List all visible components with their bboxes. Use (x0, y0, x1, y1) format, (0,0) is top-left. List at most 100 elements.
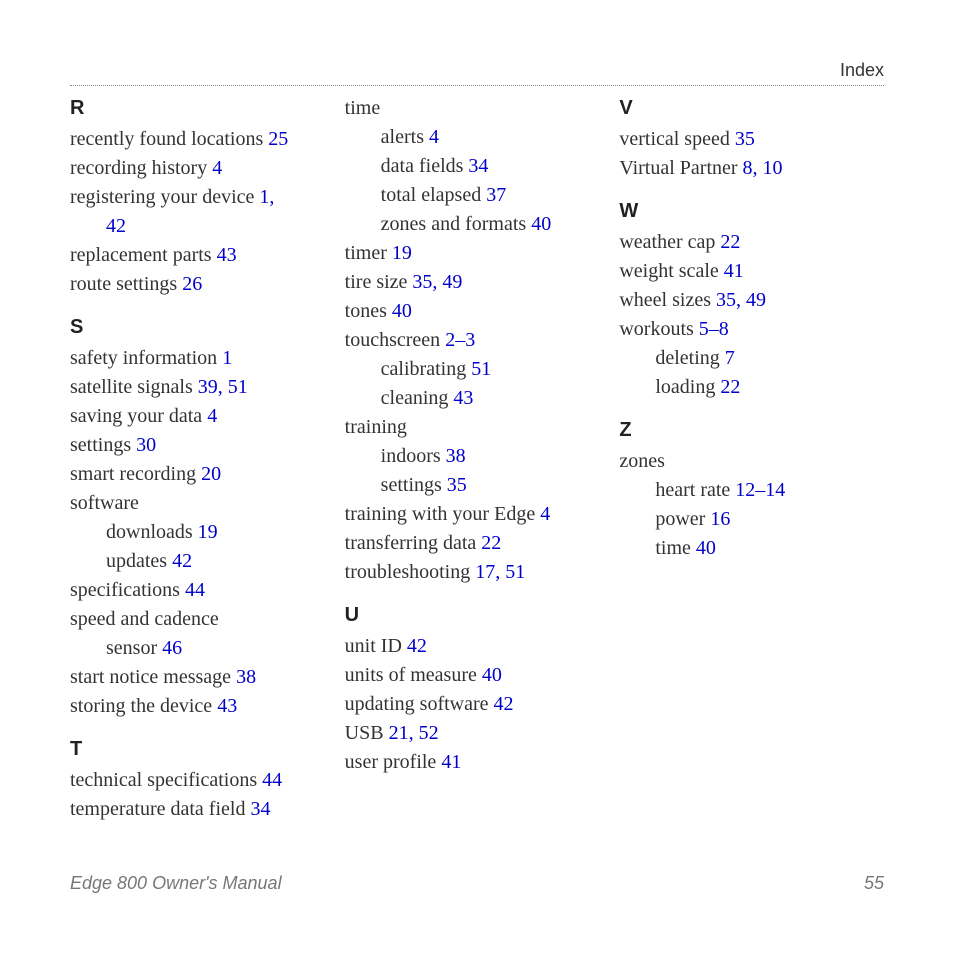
index-entry: replacement parts 43 (70, 241, 335, 270)
index-entry-label: sensor (106, 637, 162, 659)
index-page-link[interactable]: 34 (468, 155, 488, 177)
index-page-link[interactable]: 22 (720, 376, 740, 398)
index-entry-label: registering your device (70, 186, 259, 208)
index-entry: time 40 (619, 534, 884, 563)
index-entry: speed and cadence (70, 605, 335, 634)
index-page-link[interactable]: 4 (429, 126, 439, 148)
index-entry: zones (619, 447, 884, 476)
index-entry-label: transferring data (345, 532, 482, 554)
index-entry-label: settings (381, 474, 447, 496)
index-column: Rrecently found locations 25recording hi… (70, 94, 335, 824)
index-page-link[interactable]: 44 (262, 769, 282, 791)
index-page-link[interactable]: 44 (185, 579, 205, 601)
index-page-link[interactable]: 4 (207, 405, 217, 427)
index-page-link[interactable]: 42 (172, 550, 192, 572)
index-page-link[interactable]: 42 (407, 635, 427, 657)
index-page-link[interactable]: 39, 51 (198, 376, 248, 398)
index-entry: alerts 4 (345, 123, 610, 152)
index-page-link[interactable]: 12–14 (735, 479, 785, 501)
index-letter-heading: V (619, 94, 884, 123)
index-page-link[interactable]: 25 (268, 128, 288, 150)
index-page-link[interactable]: 8, 10 (743, 157, 783, 179)
index-entry: wheel sizes 35, 49 (619, 286, 884, 315)
index-entry-label: weather cap (619, 231, 720, 253)
index-columns: Rrecently found locations 25recording hi… (70, 94, 884, 824)
index-entry: indoors 38 (345, 442, 610, 471)
index-page-link[interactable]: 34 (250, 798, 270, 820)
index-entry-label: specifications (70, 579, 185, 601)
index-entry: deleting 7 (619, 344, 884, 373)
index-page-link[interactable]: 40 (482, 664, 502, 686)
index-page-link[interactable]: 35, 49 (716, 289, 766, 311)
index-page-link[interactable]: 5–8 (699, 318, 729, 340)
index-page-link[interactable]: 4 (540, 503, 550, 525)
index-entry: calibrating 51 (345, 355, 610, 384)
index-entry-label: data fields (381, 155, 469, 177)
index-page-link[interactable]: 17, 51 (475, 561, 525, 583)
index-entry: user profile 41 (345, 748, 610, 777)
index-entry: smart recording 20 (70, 460, 335, 489)
index-entry: updates 42 (70, 547, 335, 576)
index-entry: specifications 44 (70, 576, 335, 605)
index-entry-label: training (345, 416, 407, 438)
index-page-link[interactable]: 22 (720, 231, 740, 253)
index-page-link[interactable]: 37 (486, 184, 506, 206)
index-entry-label: workouts (619, 318, 698, 340)
index-entry-label: loading (655, 376, 720, 398)
index-page-link[interactable]: 42 (106, 215, 126, 237)
index-entry-label: temperature data field (70, 798, 250, 820)
index-entry-label: units of measure (345, 664, 482, 686)
index-letter-heading: R (70, 94, 335, 123)
index-page-link[interactable]: 40 (531, 213, 551, 235)
index-page-link[interactable]: 19 (392, 242, 412, 264)
index-page-link[interactable]: 51 (471, 358, 491, 380)
index-page-link[interactable]: 35 (735, 128, 755, 150)
index-page-link[interactable]: 40 (696, 537, 716, 559)
index-page: Index Rrecently found locations 25record… (0, 0, 954, 954)
index-entry-label: time (655, 537, 696, 559)
index-page-link[interactable]: 38 (446, 445, 466, 467)
index-page-link[interactable]: 21, 52 (389, 722, 439, 744)
index-page-link[interactable]: 7 (725, 347, 735, 369)
index-entry-label: settings (70, 434, 136, 456)
index-entry: tones 40 (345, 297, 610, 326)
index-entry-label: storing the device (70, 695, 217, 717)
index-entry: updating software 42 (345, 690, 610, 719)
index-entry: time (345, 94, 610, 123)
index-page-link[interactable]: 22 (481, 532, 501, 554)
index-page-link[interactable]: 2–3 (445, 329, 475, 351)
index-page-link[interactable]: 1 (222, 347, 232, 369)
index-page-link[interactable]: 16 (710, 508, 730, 530)
index-entry-label: recently found locations (70, 128, 268, 150)
index-page-link[interactable]: 43 (453, 387, 473, 409)
index-entry: workouts 5–8 (619, 315, 884, 344)
index-entry: Virtual Partner 8, 10 (619, 154, 884, 183)
index-page-link[interactable]: 30 (136, 434, 156, 456)
index-page-link[interactable]: 43 (217, 244, 237, 266)
index-page-link[interactable]: 26 (182, 273, 202, 295)
index-entry-label: downloads (106, 521, 198, 543)
index-page-link[interactable]: 41 (441, 751, 461, 773)
index-page-link[interactable]: 43 (217, 695, 237, 717)
index-page-link[interactable]: 1, (259, 186, 274, 208)
index-page-link[interactable]: 20 (201, 463, 221, 485)
header-title: Index (840, 60, 884, 80)
index-page-link[interactable]: 19 (198, 521, 218, 543)
index-entry-label: heart rate (655, 479, 735, 501)
index-entry: settings 30 (70, 431, 335, 460)
index-entry: training (345, 413, 610, 442)
index-entry-label: smart recording (70, 463, 201, 485)
index-entry-label: vertical speed (619, 128, 735, 150)
index-page-link[interactable]: 38 (236, 666, 256, 688)
index-page-link[interactable]: 41 (724, 260, 744, 282)
index-entry: recently found locations 25 (70, 125, 335, 154)
index-page-link[interactable]: 4 (212, 157, 222, 179)
index-page-link[interactable]: 42 (494, 693, 514, 715)
index-page-link[interactable]: 35, 49 (412, 271, 462, 293)
index-page-link[interactable]: 35 (447, 474, 467, 496)
page-footer: Edge 800 Owner's Manual 55 (70, 873, 884, 894)
index-page-link[interactable]: 40 (392, 300, 412, 322)
index-entry-label: cleaning (381, 387, 454, 409)
index-entry: storing the device 43 (70, 692, 335, 721)
index-page-link[interactable]: 46 (162, 637, 182, 659)
